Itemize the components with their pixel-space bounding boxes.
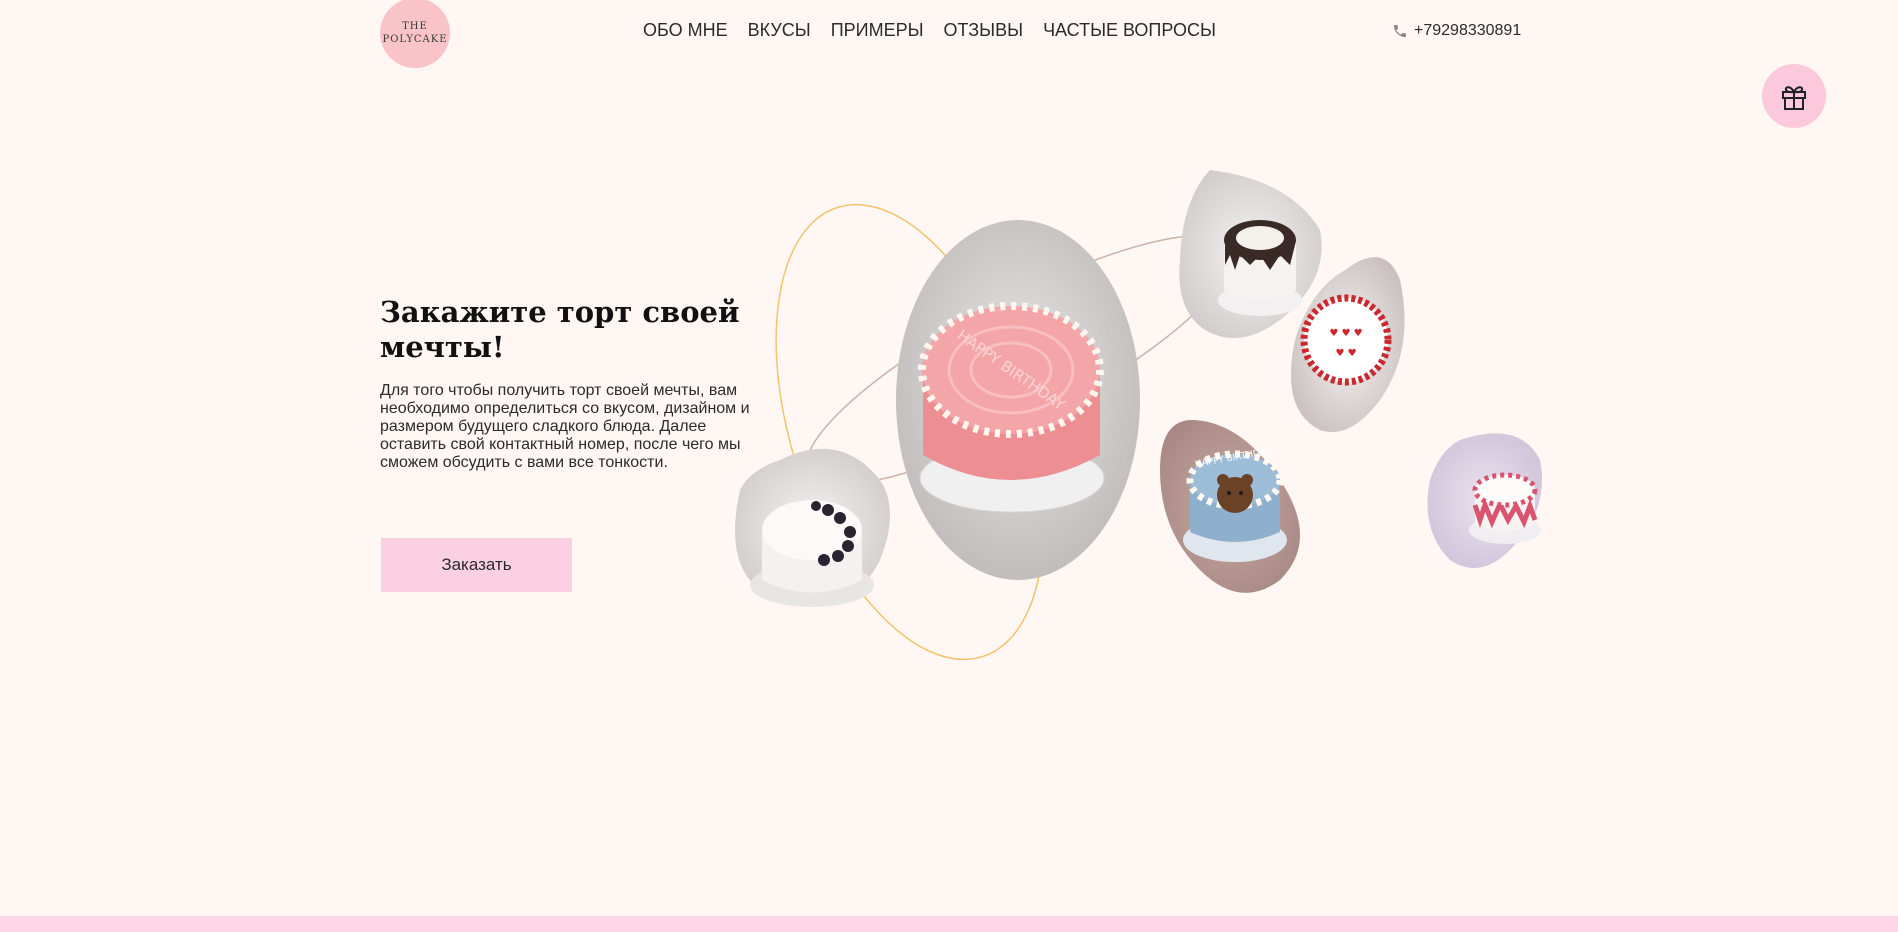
logo[interactable]: THE POLYCAKE <box>380 0 450 68</box>
nav-item-flavors[interactable]: ВКУСЫ <box>748 20 811 41</box>
footer-strip <box>0 916 1898 932</box>
logo-line-2: POLYCAKE <box>382 34 448 45</box>
phone-number: +79298330891 <box>1414 22 1522 39</box>
phone-icon <box>1394 25 1406 37</box>
nav-item-examples[interactable]: ПРИМЕРЫ <box>831 20 924 41</box>
small-pink-cake-image <box>1427 433 1542 568</box>
nav-item-reviews[interactable]: ОТЗЫВЫ <box>944 20 1024 41</box>
gift-icon <box>1782 86 1806 110</box>
logo-line-1: THE <box>402 21 428 32</box>
drip-cake-image <box>1179 170 1322 338</box>
order-button[interactable]: Заказать <box>381 538 572 592</box>
berry-white-cake-image <box>735 448 890 607</box>
svg-text:♥ ♥: ♥ ♥ <box>1335 348 1356 359</box>
bear-cake-image: HAPPY BIRTHDAY! <box>1160 420 1300 593</box>
nav-item-faq[interactable]: ЧАСТЫЕ ВОПРОСЫ <box>1043 20 1216 41</box>
nav-item-about[interactable]: ОБО МНЕ <box>643 20 728 41</box>
gift-button[interactable] <box>1762 64 1826 128</box>
main-nav: ОБО МНЕ ВКУСЫ ПРИМЕРЫ ОТЗЫВЫ ЧАСТЫЕ ВОПР… <box>643 20 1216 41</box>
cake-gallery: HAPPY BIRTHDAY ♥ ♥ ♥ ♥ ♥ HAPPY BIRTHDAY! <box>735 170 1542 661</box>
hero-description: Для того чтобы получить торт своей мечты… <box>380 382 750 471</box>
phone-link[interactable]: +79298330891 <box>1392 22 1521 40</box>
site-header: THE POLYCAKE ОБО МНЕ ВКУСЫ ПРИМЕРЫ ОТЗЫВ… <box>0 0 1898 68</box>
main-cake-image: HAPPY BIRTHDAY <box>896 220 1140 580</box>
svg-text:♥ ♥ ♥: ♥ ♥ ♥ <box>1329 328 1362 339</box>
